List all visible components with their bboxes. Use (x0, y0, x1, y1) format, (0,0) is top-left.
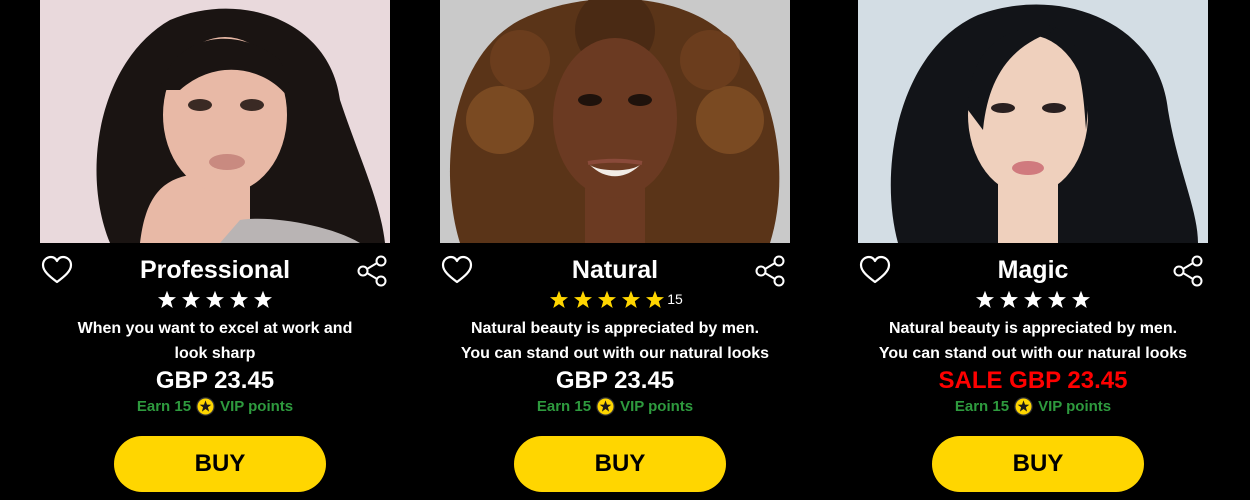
star-icon (550, 290, 569, 308)
portrait-image (858, 0, 1208, 243)
star-rating: 15 (440, 289, 790, 309)
share-icon[interactable] (356, 254, 390, 288)
star-icon (574, 290, 593, 308)
star-rating (40, 289, 390, 309)
vip-points: Earn 15 VIP points (440, 396, 790, 416)
star-icon (622, 290, 641, 308)
star-icon (1072, 290, 1090, 308)
vip-suffix: VIP points (620, 397, 694, 415)
buy-button[interactable]: BUY (114, 436, 326, 492)
product-card-magic: Magic Natural beauty is appreciated by m… (858, 0, 1208, 500)
vip-suffix: VIP points (220, 397, 294, 415)
star-icon (976, 290, 994, 308)
star-icon (1024, 290, 1042, 308)
product-grid: Professional When you want to excel at w… (0, 0, 1250, 500)
portrait-image (440, 0, 790, 243)
description-line: look sharp (174, 345, 256, 362)
star-rating (858, 289, 1208, 309)
portrait-image (40, 0, 390, 243)
product-price: SALE GBP 23.45 (938, 367, 1128, 394)
description-line: You can stand out with our natural looks (460, 345, 770, 362)
vip-suffix: VIP points (1038, 397, 1112, 415)
vip-prefix: Earn 15 (954, 397, 1010, 415)
description-line: Natural beauty is appreciated by men. (888, 320, 1178, 337)
share-icon[interactable] (1172, 254, 1206, 288)
vip-prefix: Earn 15 (136, 397, 192, 415)
description-line: You can stand out with our natural looks (878, 345, 1188, 362)
product-card-natural: Natural 15 Natural beauty is appreciated… (440, 0, 790, 500)
product-description: When you want to excel at work and look … (40, 316, 390, 366)
star-icon (1048, 290, 1066, 308)
vip-points: Earn 15 VIP points (40, 396, 390, 416)
product-price: GBP 23.45 (555, 367, 675, 394)
star-icon (1000, 290, 1018, 308)
share-icon[interactable] (754, 254, 788, 288)
buy-button[interactable]: BUY (932, 436, 1144, 492)
star-coin-icon (196, 396, 215, 416)
star-icon (206, 290, 224, 308)
product-photo[interactable] (858, 0, 1208, 243)
product-card-professional: Professional When you want to excel at w… (40, 0, 390, 500)
product-photo[interactable] (40, 0, 390, 243)
star-icon (230, 290, 248, 308)
product-title: Natural (571, 256, 659, 284)
vip-prefix: Earn 15 (536, 397, 592, 415)
star-icon (646, 290, 665, 308)
star-icon (158, 290, 176, 308)
product-price: GBP 23.45 (155, 367, 275, 394)
description-line: Natural beauty is appreciated by men. (470, 320, 760, 337)
product-description: Natural beauty is appreciated by men. Yo… (858, 316, 1208, 366)
product-title: Professional (139, 256, 291, 284)
star-icon (182, 290, 200, 308)
star-coin-icon (1014, 396, 1033, 416)
description-line: When you want to excel at work and (77, 320, 353, 337)
product-title: Magic (997, 256, 1069, 284)
buy-button[interactable]: BUY (514, 436, 726, 492)
star-icon (598, 290, 617, 308)
product-photo[interactable] (440, 0, 790, 243)
star-icon (254, 290, 272, 308)
rating-count: 15 (667, 291, 683, 307)
vip-points: Earn 15 VIP points (858, 396, 1208, 416)
star-coin-icon (596, 396, 615, 416)
product-description: Natural beauty is appreciated by men. Yo… (440, 316, 790, 366)
